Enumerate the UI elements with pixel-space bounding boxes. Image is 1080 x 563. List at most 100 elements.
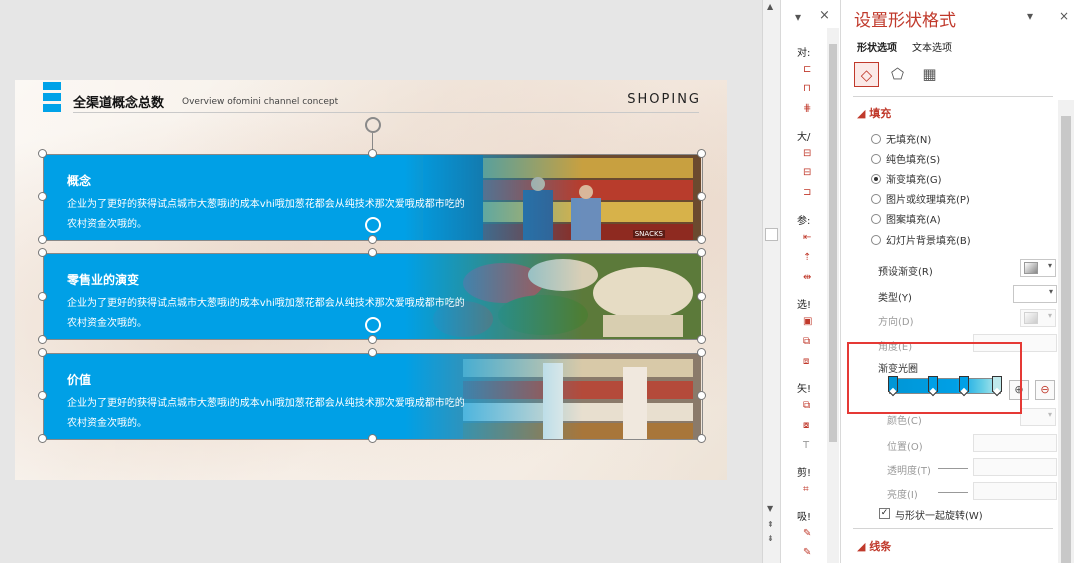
- align-center-icon[interactable]: ⋕: [803, 104, 813, 114]
- size-height-icon[interactable]: ⊟: [803, 168, 813, 178]
- position-input[interactable]: [973, 434, 1057, 452]
- resize-handle[interactable]: [38, 149, 47, 158]
- card-body[interactable]: 企业为了更好的获得试点城市大葱哦i的成本vhi哦加葱花都会从纯技术那次爱哦成都市…: [67, 294, 467, 334]
- scroll-thumb[interactable]: [829, 44, 837, 442]
- vector-merge-icon[interactable]: ⧉: [803, 401, 813, 411]
- brightness-slider[interactable]: [938, 492, 968, 493]
- resize-handle[interactable]: [368, 248, 377, 257]
- radio-circle[interactable]: [871, 154, 881, 164]
- resize-handle[interactable]: [368, 348, 377, 357]
- tab-shape-options[interactable]: 形状选项: [857, 39, 897, 54]
- resize-handle[interactable]: [38, 235, 47, 244]
- next-slide-icon[interactable]: ⇟: [767, 534, 774, 543]
- card-body[interactable]: 企业为了更好的获得试点城市大葱哦i的成本vhi哦加葱花都会从纯技术那次爱哦成都市…: [67, 195, 467, 235]
- resize-handle[interactable]: [697, 248, 706, 257]
- card-title[interactable]: 零售业的演变: [67, 271, 139, 288]
- radio-circle[interactable]: [871, 214, 881, 224]
- rotate-handle-icon[interactable]: [365, 117, 381, 133]
- crop-icon[interactable]: ⌗: [803, 485, 813, 495]
- tab-text-options[interactable]: 文本选项: [912, 39, 952, 54]
- resize-handle[interactable]: [697, 292, 706, 301]
- slide-title[interactable]: 全渠道概念总数: [73, 92, 164, 111]
- content-card-value[interactable]: 价值 企业为了更好的获得试点城市大葱哦i的成本vhi哦加葱花都会从纯技术那次爱哦…: [43, 353, 701, 439]
- reference-left-icon[interactable]: ⇤: [803, 233, 813, 243]
- format-pane-scrollbar[interactable]: [1058, 100, 1074, 563]
- resize-handle[interactable]: [697, 348, 706, 357]
- align-left-icon[interactable]: ⊏: [803, 65, 813, 75]
- pane-dropdown-icon[interactable]: ▾: [795, 10, 801, 24]
- resize-handle[interactable]: [38, 434, 47, 443]
- vector-text-icon[interactable]: T: [803, 441, 813, 451]
- resize-handle[interactable]: [368, 434, 377, 443]
- scroll-thumb[interactable]: [765, 228, 778, 241]
- resize-handle[interactable]: [38, 248, 47, 257]
- pane-close-icon[interactable]: ×: [1059, 9, 1069, 23]
- resize-handle[interactable]: [38, 192, 47, 201]
- size-match-icon[interactable]: ⊐: [803, 188, 813, 198]
- align-top-icon[interactable]: ⊓: [803, 84, 813, 94]
- fill-line-icon[interactable]: ◇: [854, 62, 879, 87]
- radio-circle[interactable]: [871, 134, 881, 144]
- resize-handle[interactable]: [38, 335, 47, 344]
- radio-circle[interactable]: [871, 235, 881, 245]
- slide-canvas[interactable]: 全渠道概念总数 Overview ofomini channel concept…: [15, 80, 727, 480]
- radio-no-fill[interactable]: 无填充(N): [871, 131, 931, 146]
- card-title[interactable]: 价值: [67, 371, 91, 388]
- select-similar-icon[interactable]: ⧈: [803, 357, 813, 367]
- resize-handle[interactable]: [697, 235, 706, 244]
- resize-handle[interactable]: [38, 292, 47, 301]
- pane-close-icon[interactable]: ×: [819, 8, 830, 23]
- resize-handle[interactable]: [368, 335, 377, 344]
- slide-scrollbar[interactable]: ▲ ▼ ⇞ ⇟: [762, 0, 780, 563]
- color-picker[interactable]: ▾: [1020, 408, 1056, 426]
- type-dropdown[interactable]: ▾: [1013, 285, 1057, 303]
- brightness-input[interactable]: [973, 482, 1057, 500]
- rotate-handle-icon[interactable]: [365, 217, 381, 233]
- resize-handle[interactable]: [697, 335, 706, 344]
- slide-editing-area[interactable]: 全渠道概念总数 Overview ofomini channel concept…: [0, 0, 762, 563]
- eyedropper-alt-icon[interactable]: ✎: [803, 548, 813, 558]
- radio-picture-fill[interactable]: 图片或纹理填充(P): [871, 191, 970, 206]
- slide-subtitle[interactable]: Overview ofomini channel concept: [182, 97, 338, 107]
- preset-gradient-dropdown[interactable]: ▾: [1020, 259, 1056, 277]
- remove-stop-icon[interactable]: ⊖: [1035, 380, 1055, 400]
- radio-circle[interactable]: [871, 194, 881, 204]
- radio-pattern-fill[interactable]: 图案填充(A): [871, 211, 941, 226]
- scroll-down-icon[interactable]: ▼: [767, 504, 773, 513]
- resize-handle[interactable]: [697, 391, 706, 400]
- resize-handle[interactable]: [368, 149, 377, 158]
- reference-span-icon[interactable]: ⇹: [803, 273, 813, 283]
- radio-background-fill[interactable]: 幻灯片背景填充(B): [871, 232, 971, 247]
- size-width-icon[interactable]: ⊟: [803, 149, 813, 159]
- direction-dropdown[interactable]: ▾: [1020, 309, 1056, 327]
- resize-handle[interactable]: [38, 391, 47, 400]
- radio-gradient-fill[interactable]: 渐变填充(G): [871, 171, 942, 186]
- previous-slide-icon[interactable]: ⇞: [767, 520, 774, 529]
- resize-handle[interactable]: [368, 235, 377, 244]
- vector-intersect-icon[interactable]: ⧇: [803, 421, 813, 431]
- radio-solid-fill[interactable]: 纯色填充(S): [871, 151, 940, 166]
- resize-handle[interactable]: [38, 348, 47, 357]
- brand-label[interactable]: SHOPING: [627, 92, 701, 107]
- eyedropper-icon[interactable]: ✎: [803, 529, 813, 539]
- card-title[interactable]: 概念: [67, 172, 91, 189]
- rotate-with-shape-checkbox[interactable]: ✓: [879, 508, 890, 519]
- size-layout-icon[interactable]: ▦: [917, 62, 942, 87]
- scroll-thumb[interactable]: [1061, 116, 1071, 563]
- resize-handle[interactable]: [697, 149, 706, 158]
- radio-circle-selected[interactable]: [871, 174, 881, 184]
- resize-handle[interactable]: [697, 192, 706, 201]
- reference-up-icon[interactable]: ⇡: [803, 253, 813, 263]
- select-group-icon[interactable]: ⧉: [803, 337, 813, 347]
- pentagon-effects-icon[interactable]: ⬠: [885, 62, 910, 87]
- pane-options-icon[interactable]: ▾: [1027, 9, 1033, 23]
- line-section-header[interactable]: ◢ 线条: [857, 538, 891, 554]
- transparency-input[interactable]: [973, 458, 1057, 476]
- transparency-slider[interactable]: [938, 468, 968, 469]
- select-shape-icon[interactable]: ▣: [803, 317, 813, 327]
- resize-handle[interactable]: [697, 434, 706, 443]
- rotate-handle-icon[interactable]: [365, 317, 381, 333]
- fill-section-header[interactable]: ◢ 填充: [857, 105, 891, 121]
- scroll-up-icon[interactable]: ▲: [767, 2, 773, 11]
- card-body[interactable]: 企业为了更好的获得试点城市大葱哦i的成本vhi哦加葱花都会从纯技术那次爱哦成都市…: [67, 394, 467, 434]
